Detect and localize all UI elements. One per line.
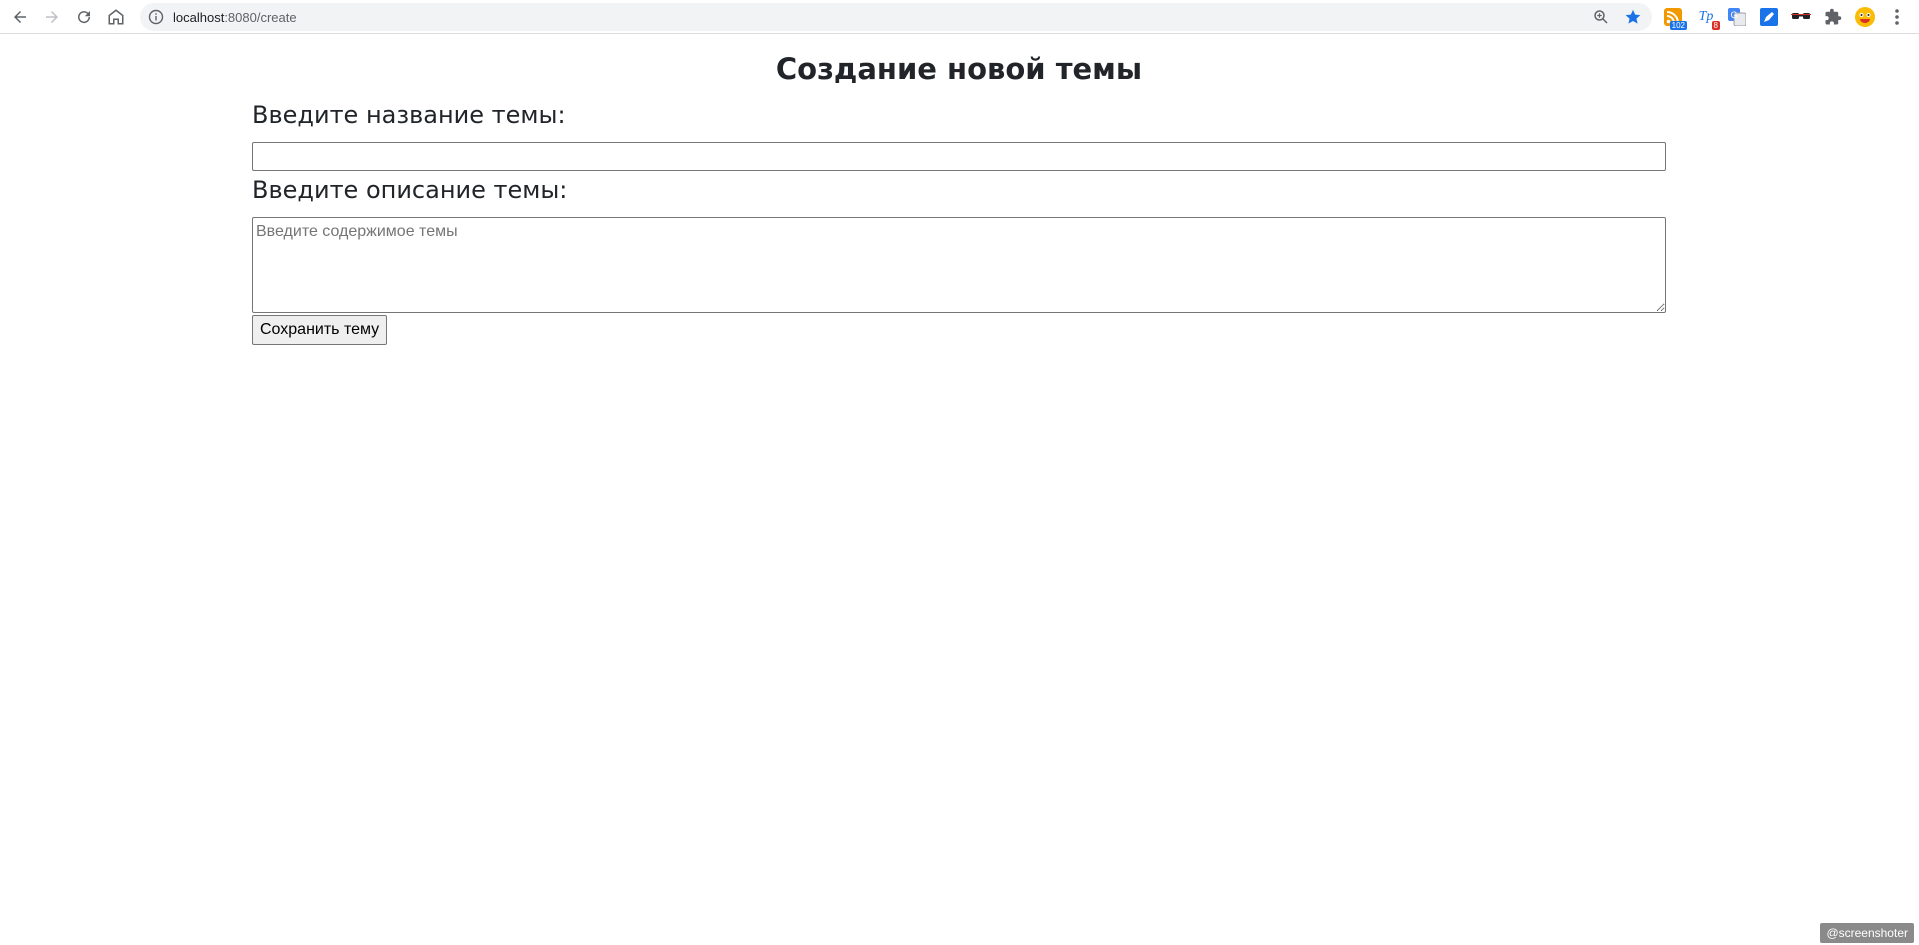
bookmark-star-icon[interactable] bbox=[1624, 8, 1642, 26]
home-icon[interactable] bbox=[103, 4, 129, 30]
save-topic-button[interactable]: Сохранить тему bbox=[252, 315, 388, 345]
google-translate-icon[interactable]: G bbox=[1726, 6, 1748, 28]
puzzle-icon[interactable] bbox=[1822, 6, 1844, 28]
address-bar[interactable]: localhost:8080/create bbox=[140, 3, 1652, 31]
reload-icon[interactable] bbox=[71, 4, 97, 30]
back-arrow-icon[interactable] bbox=[7, 4, 33, 30]
page-title: Создание новой темы bbox=[775, 52, 1143, 86]
svg-text:G: G bbox=[1731, 10, 1738, 20]
site-info-icon[interactable] bbox=[148, 9, 164, 25]
rss-extension-icon[interactable]: 102 bbox=[1662, 6, 1687, 30]
topic-name-label: Введите название темы: bbox=[252, 101, 566, 129]
topic-description-label: Введите описание темы: bbox=[252, 176, 568, 204]
url-path: :8080/create bbox=[224, 10, 297, 25]
profile-avatar-icon[interactable] bbox=[1854, 6, 1876, 28]
watermark: @screenshoter bbox=[1820, 923, 1914, 943]
browser-toolbar: localhost:8080/create 102 Tp 8 G bbox=[0, 0, 1919, 34]
rss-badge: 102 bbox=[1669, 21, 1687, 30]
pen-extension-icon[interactable] bbox=[1758, 6, 1780, 28]
topic-description-textarea[interactable] bbox=[252, 217, 1666, 313]
translate-badge: 8 bbox=[1711, 21, 1720, 30]
zoom-icon[interactable] bbox=[1592, 8, 1610, 26]
topic-name-input[interactable] bbox=[252, 142, 1666, 171]
url-host: localhost bbox=[173, 10, 225, 25]
more-menu-icon[interactable] bbox=[1886, 6, 1908, 28]
forward-arrow-icon[interactable] bbox=[39, 4, 65, 30]
glasses-extension-icon[interactable] bbox=[1790, 6, 1812, 28]
url-text[interactable]: localhost:8080/create bbox=[173, 10, 297, 25]
translate-extension-icon[interactable]: Tp 8 bbox=[1695, 6, 1720, 30]
